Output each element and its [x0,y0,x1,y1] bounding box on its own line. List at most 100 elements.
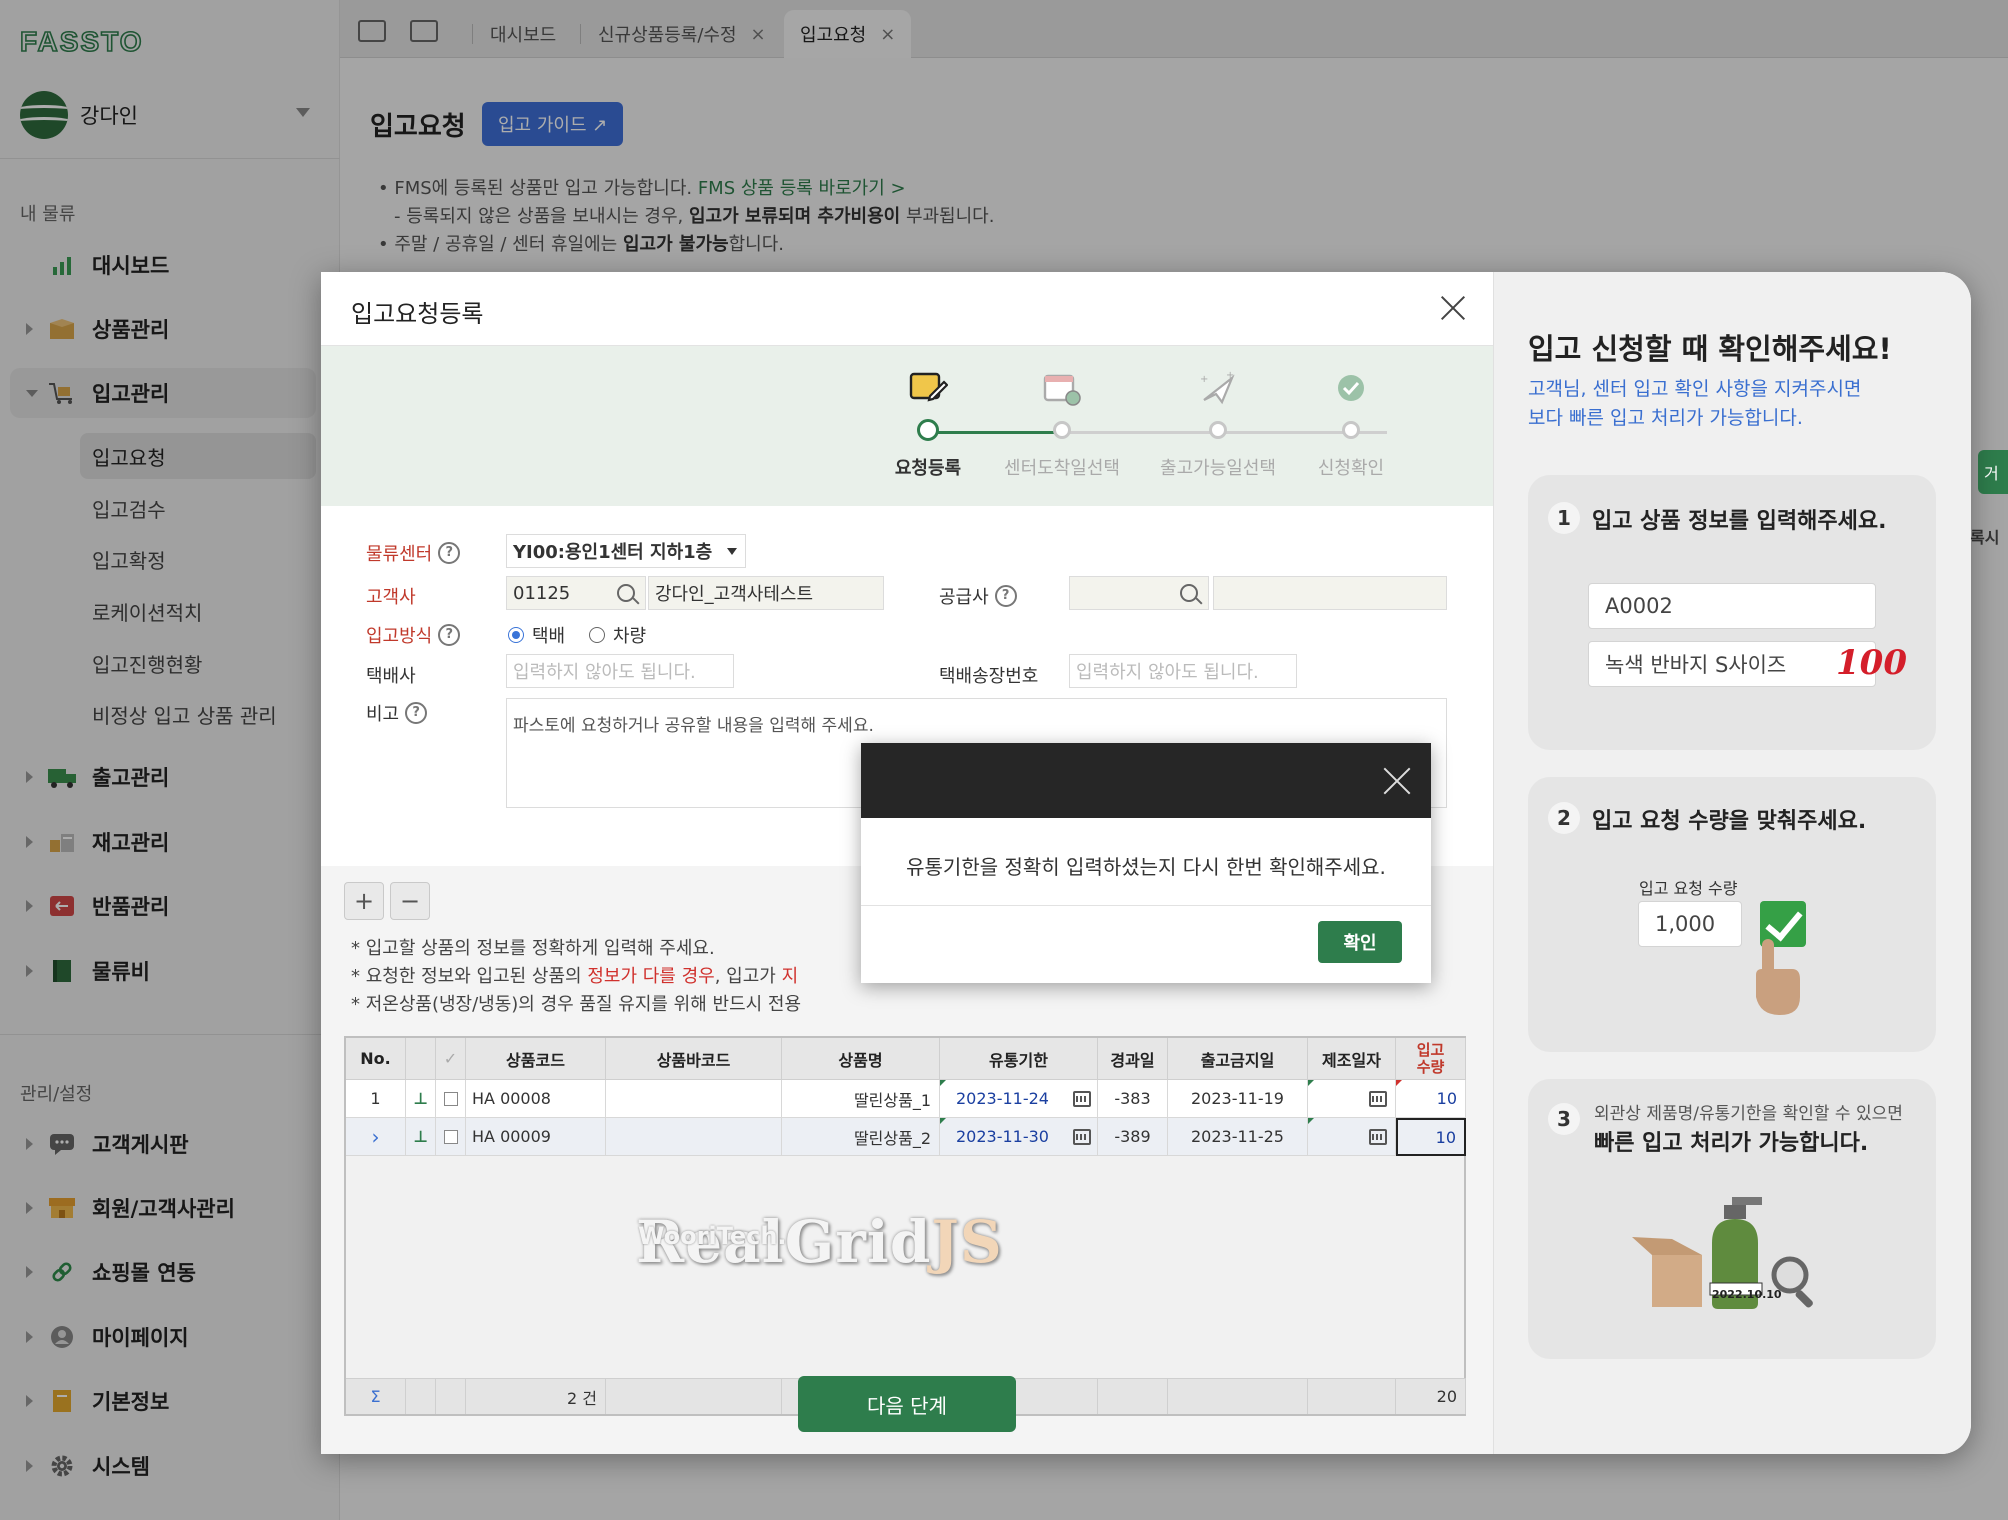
footer-cell [1168,1378,1308,1414]
info-subtitle: 고객님, 센터 입고 확인 사항을 지켜주시면 [1528,378,1862,400]
close-icon[interactable] [1439,294,1467,322]
step-confirm: 신청확인 [1271,346,1431,506]
cell-qty[interactable]: 10 [1396,1080,1466,1118]
card-text: 빠른 입고 처리가 가능합니다. [1594,1131,1869,1156]
cell-barcode[interactable] [606,1080,782,1118]
cell-elapsed: -389 [1098,1118,1168,1156]
product-grid: No. ✓ 상품코드 상품바코드 상품명 유통기한 경과일 출고금지일 제조일자… [344,1036,1466,1416]
radio-label: 택배 [532,626,566,647]
info-panel: 입고 신청할 때 확인해주세요! 고객님, 센터 입고 확인 사항을 지켜주시면… [1493,272,1971,1454]
courier-input[interactable]: 입력하지 않아도 됩니다. [506,654,734,688]
col-header-qty[interactable]: 입고 수량 [1396,1038,1466,1080]
tracking-input[interactable]: 입력하지 않아도 됩니다. [1069,654,1297,688]
col-header-ship-ban[interactable]: 출고금지일 [1168,1038,1308,1080]
calendar-icon[interactable] [1369,1090,1387,1107]
memo-label: 비고? [366,700,428,726]
radio-icon [508,627,524,643]
cell-qty[interactable]: 10 [1396,1118,1466,1156]
note-emphasis: 지 [781,966,799,987]
input-value: 01125 [513,582,571,604]
col-header-no[interactable]: No. [346,1038,406,1080]
sample-qty-label: 입고 요청 수량 [1639,879,1738,898]
select-value: YI00:용인1센터 지하1층 [513,542,713,563]
info-card-3: 3 외관상 제품명/유통기한을 확인할 수 있으면 빠른 입고 처리가 가능합니… [1528,1079,1936,1359]
grid-note-3: * 저온상품(냉장/냉동)의 경우 품질 유지를 위해 반드시 전용 [351,994,802,1015]
step-label: 센터도착일선택 [1004,458,1120,479]
close-icon[interactable] [1381,765,1413,797]
cell-mfg[interactable] [1308,1080,1396,1118]
cell-mfg[interactable] [1308,1118,1396,1156]
help-icon[interactable]: ? [994,585,1017,607]
help-icon[interactable]: ? [405,702,428,724]
col-header-expiry[interactable]: 유통기한 [940,1038,1098,1080]
customer-name-field: 강다인_고객사테스트 [648,576,884,610]
label-text: 공급사 [939,587,989,608]
cell-name[interactable]: 딸린상품_1 [782,1080,940,1118]
next-step-button[interactable]: 다음 단계 [798,1376,1016,1432]
edit-marker [940,1080,946,1086]
help-icon[interactable]: ? [438,542,461,564]
edit-marker [1308,1080,1314,1086]
cell-value: 10 [1436,1089,1457,1108]
card-text: 입고 상품 정보를 입력해주세요. [1592,509,1887,534]
supplier-code-input[interactable] [1069,576,1209,610]
info-subtitle: 보다 빠른 입고 처리가 가능합니다. [1528,407,1803,429]
cell-no: 1 [346,1080,406,1118]
help-icon[interactable]: ? [438,624,461,646]
col-header-check[interactable]: ✓ [436,1038,466,1080]
pointing-hand-icon [1756,939,1800,1015]
search-icon[interactable] [617,584,635,602]
step-dot [1209,421,1227,439]
col-header-expand [406,1038,436,1080]
label-text: 입고방식 [366,626,433,647]
col-header-mfg[interactable]: 제조일자 [1308,1038,1396,1080]
alert-dialog: 유통기한을 정확히 입력하셨는지 다시 한번 확인해주세요. 확인 [861,743,1431,983]
col-header-barcode[interactable]: 상품바코드 [606,1038,782,1080]
supplier-name-field [1213,576,1447,610]
cell-code[interactable]: HA 00008 [466,1080,606,1118]
note-text: , 입고가 [714,966,782,987]
search-icon[interactable] [1180,584,1198,602]
center-select[interactable]: YI00:용인1센터 지하1층 [506,534,746,568]
tracking-label: 택배송장번호 [939,666,1039,687]
sample-name-input: 녹색 반바지 S사이즈 [1588,641,1876,687]
stepper: 요청등록 센터도착일선택 + + 출고가능일선택 신청확인 [321,346,1493,506]
calendar-icon[interactable] [1073,1090,1091,1107]
cell-value: 2023-11-24 [956,1089,1049,1108]
step-dot [1053,421,1071,439]
method-radio-vehicle[interactable]: 차량 [589,622,646,648]
calendar-icon[interactable] [1073,1128,1091,1145]
row-checkbox[interactable] [436,1080,466,1118]
expand-row-icon[interactable]: ⊥ [406,1080,436,1118]
label-text: 비고 [366,704,400,725]
calendar-check-icon [1043,374,1081,406]
remove-row-button[interactable]: − [390,882,430,920]
col-header-name[interactable]: 상품명 [782,1038,940,1080]
customer-label: 고객사 [366,587,416,608]
step-dot [1342,421,1360,439]
modal-header: 입고요청등록 [321,272,1493,346]
alert-message: 유통기한을 정확히 입력하셨는지 다시 한번 확인해주세요. [906,855,1386,879]
cell-code[interactable]: HA 00009 [466,1118,606,1156]
confirm-button[interactable]: 확인 [1318,921,1402,963]
cell-barcode[interactable] [606,1118,782,1156]
step-arrival-date: 센터도착일선택 [982,346,1142,506]
col-header-elapsed[interactable]: 경과일 [1098,1038,1168,1080]
divider [861,905,1431,906]
cell-expiry[interactable]: 2023-11-24 [940,1080,1098,1118]
method-radio-parcel[interactable]: 택배 [508,622,565,648]
add-row-button[interactable]: + [344,882,384,920]
required-marker [1396,1080,1402,1086]
col-header-code[interactable]: 상품코드 [466,1038,606,1080]
cell-expiry[interactable]: 2023-11-30 [940,1118,1098,1156]
footer-cell [1098,1378,1168,1414]
checkbox-icon [443,1091,458,1106]
cell-no: › [346,1118,406,1156]
calendar-icon[interactable] [1369,1128,1387,1145]
card-small-text: 외관상 제품명/유통기한을 확인할 수 있으면 [1594,1104,1903,1124]
row-checkbox[interactable] [436,1118,466,1156]
label-text: 물류센터 [366,544,433,565]
customer-code-input[interactable]: 01125 [506,576,646,610]
cell-name[interactable]: 딸린상품_2 [782,1118,940,1156]
expand-row-icon[interactable]: ⊥ [406,1118,436,1156]
